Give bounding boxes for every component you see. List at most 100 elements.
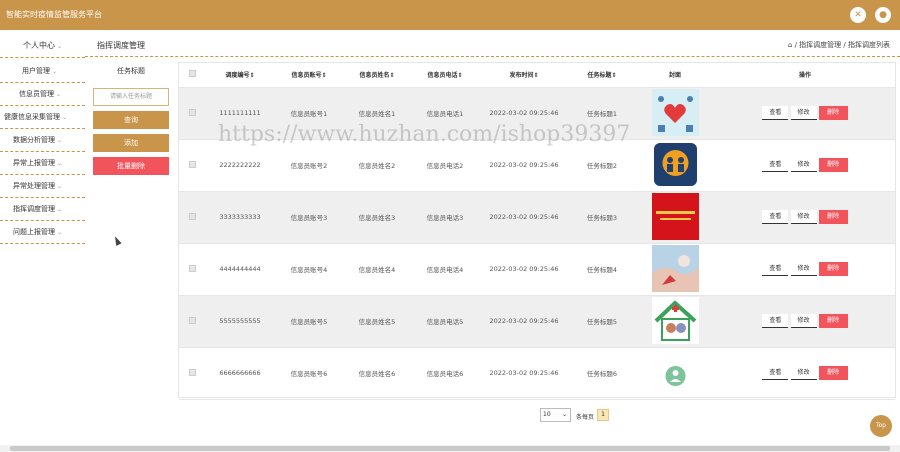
cover-image[interactable] xyxy=(651,348,699,396)
cell-account: 信息员账号5 xyxy=(275,295,343,348)
delete-button[interactable]: 删除 xyxy=(818,366,848,380)
breadcrumb-text[interactable]: / 指挥调度管理 / 指挥调度列表 xyxy=(795,41,890,49)
column-header[interactable]: 信息员账号⇕ xyxy=(275,63,343,88)
sidebar-item-issue-report[interactable]: 问题上报管理 ⌄ xyxy=(0,221,85,244)
sidebar-item-health-collection[interactable]: 健康信息采集管理 ⌄ xyxy=(0,106,85,129)
view-button[interactable]: 查看 xyxy=(762,314,789,328)
table-row: 3333333333 信息员账号3 信息员姓名3 信息员电话3 2022-03-… xyxy=(179,191,895,244)
chevron-down-icon: ⌄ xyxy=(57,160,63,167)
horizontal-scrollbar[interactable] xyxy=(0,445,900,452)
column-header: 封面 xyxy=(635,63,715,88)
cover-image[interactable] xyxy=(651,192,699,240)
delete-button[interactable]: 删除 xyxy=(818,106,848,120)
delete-button[interactable]: 删除 xyxy=(818,158,848,172)
table-row: 6666666666 信息员账号6 信息员姓名6 信息员电话6 2022-03-… xyxy=(179,347,895,400)
cell-account: 信息员账号4 xyxy=(275,243,343,296)
table-header-row: 调度编号⇕ 信息员账号⇕ 信息员姓名⇕ 信息员电话⇕ 发布时间⇕ 任务标题⇕ 封… xyxy=(179,63,895,88)
cover-image[interactable] xyxy=(651,88,699,136)
home-icon[interactable]: ⌂ xyxy=(788,41,795,49)
sidebar-item-label: 健康信息采集管理 xyxy=(4,113,60,121)
chevron-down-icon: ⌄ xyxy=(56,91,62,98)
page-title: 指挥调度管理 xyxy=(97,41,145,50)
back-to-top-button[interactable]: Top xyxy=(870,415,892,437)
cover-image[interactable] xyxy=(652,141,699,188)
cell-title: 任务标题3 xyxy=(569,191,635,244)
cell-name: 信息员姓名5 xyxy=(343,295,411,348)
cell-name: 信息员姓名4 xyxy=(343,243,411,296)
view-button[interactable]: 查看 xyxy=(762,106,789,120)
row-checkbox[interactable] xyxy=(179,347,205,400)
cell-account: 信息员账号6 xyxy=(275,347,343,400)
sidebar-item-label: 问题上报管理 xyxy=(13,228,55,236)
sidebar-item-profile[interactable]: 个人中心 ⌄ xyxy=(0,34,85,58)
delete-button[interactable]: 删除 xyxy=(818,210,848,224)
edit-button[interactable]: 修改 xyxy=(790,262,817,276)
sidebar-item-label: 异常处理管理 xyxy=(13,182,55,190)
delete-button[interactable]: 删除 xyxy=(818,262,848,276)
view-button[interactable]: 查看 xyxy=(762,262,789,276)
cell-title: 任务标题5 xyxy=(569,295,635,348)
data-table: 调度编号⇕ 信息员账号⇕ 信息员姓名⇕ 信息员电话⇕ 发布时间⇕ 任务标题⇕ 封… xyxy=(178,62,896,400)
row-checkbox[interactable] xyxy=(179,295,205,348)
page-number[interactable]: 1 xyxy=(597,409,609,421)
view-button[interactable]: 查看 xyxy=(762,366,789,380)
row-checkbox[interactable] xyxy=(179,139,205,192)
sidebar-item-anomaly-report[interactable]: 异常上报管理 ⌄ xyxy=(0,152,85,175)
column-header[interactable]: 信息员电话⇕ xyxy=(411,63,479,88)
close-icon[interactable]: ✕ xyxy=(850,7,866,23)
edit-button[interactable]: 修改 xyxy=(790,210,817,224)
column-header[interactable]: 调度编号⇕ xyxy=(205,63,275,88)
top-bar: 智能实时疫情监管服务平台 ✕ ● xyxy=(0,0,900,30)
page-size-select[interactable]: 10 ⌄ xyxy=(540,408,571,422)
breadcrumb: ⌂ / 指挥调度管理 / 指挥调度列表 xyxy=(788,40,890,50)
sidebar-item-informants[interactable]: 信息员管理 ⌄ xyxy=(0,83,85,106)
sidebar-item-data-analysis[interactable]: 数据分析管理 ⌄ xyxy=(0,129,85,152)
sidebar-item-label: 信息员管理 xyxy=(19,90,54,98)
cover-image[interactable] xyxy=(651,244,699,292)
edit-button[interactable]: 修改 xyxy=(790,366,817,380)
row-checkbox[interactable] xyxy=(179,87,205,140)
cell-time: 2022-03-02 09:25:46 xyxy=(479,243,569,296)
cell-time: 2022-03-02 09:25:46 xyxy=(479,347,569,400)
cover-image[interactable] xyxy=(651,296,699,344)
sidebar-item-dispatch[interactable]: 指挥调度管理 ⌄ xyxy=(0,198,85,221)
cell-phone: 信息员电话5 xyxy=(411,295,479,348)
scrollbar-thumb[interactable] xyxy=(10,446,890,451)
sidebar-item-label: 个人中心 xyxy=(22,41,55,50)
query-button[interactable]: 查询 xyxy=(93,111,169,129)
cell-name: 信息员姓名6 xyxy=(343,347,411,400)
cell-id: 5555555555 xyxy=(205,295,275,348)
watermark-text: https://www.huzhan.com/ishop39397 xyxy=(218,122,631,147)
select-all-checkbox[interactable] xyxy=(179,63,205,88)
view-button[interactable]: 查看 xyxy=(762,210,789,224)
chevron-down-icon: ⌄ xyxy=(57,183,63,190)
cell-id: 6666666666 xyxy=(205,347,275,400)
add-button[interactable]: 添加 xyxy=(93,134,169,152)
batch-delete-button[interactable]: 批量删除 xyxy=(93,157,169,175)
view-button[interactable]: 查看 xyxy=(762,158,789,172)
mouse-cursor-icon xyxy=(112,235,122,246)
table-row: 4444444444 信息员账号4 信息员姓名4 信息员电话4 2022-03-… xyxy=(179,243,895,296)
sidebar-item-users[interactable]: 用户管理 ⌄ xyxy=(0,60,85,83)
row-checkbox[interactable] xyxy=(179,243,205,296)
delete-button[interactable]: 删除 xyxy=(818,314,848,328)
sidebar: 个人中心 ⌄ 用户管理 ⌄ 信息员管理 ⌄ 健康信息采集管理 ⌄ 数据分析管理 ⌄ 异常上… xyxy=(0,30,85,452)
row-checkbox[interactable] xyxy=(179,191,205,244)
user-icon[interactable]: ● xyxy=(875,7,891,23)
sidebar-item-anomaly-handling[interactable]: 异常处理管理 ⌄ xyxy=(0,175,85,198)
cell-account: 信息员账号3 xyxy=(275,191,343,244)
column-header: 操作 xyxy=(715,63,895,88)
chevron-down-icon: ⌄ xyxy=(52,68,58,75)
column-header[interactable]: 任务标题⇕ xyxy=(569,63,635,88)
column-header[interactable]: 信息员姓名⇕ xyxy=(343,63,411,88)
chevron-down-icon: ⌄ xyxy=(57,206,63,213)
edit-button[interactable]: 修改 xyxy=(790,158,817,172)
search-input[interactable]: 请输入任务标题 xyxy=(93,88,169,106)
cell-phone: 信息员电话6 xyxy=(411,347,479,400)
cell-id: 4444444444 xyxy=(205,243,275,296)
cell-title: 任务标题4 xyxy=(569,243,635,296)
column-header[interactable]: 发布时间⇕ xyxy=(479,63,569,88)
edit-button[interactable]: 修改 xyxy=(790,314,817,328)
edit-button[interactable]: 修改 xyxy=(790,106,817,120)
per-page-label: 条每页 xyxy=(576,414,595,421)
